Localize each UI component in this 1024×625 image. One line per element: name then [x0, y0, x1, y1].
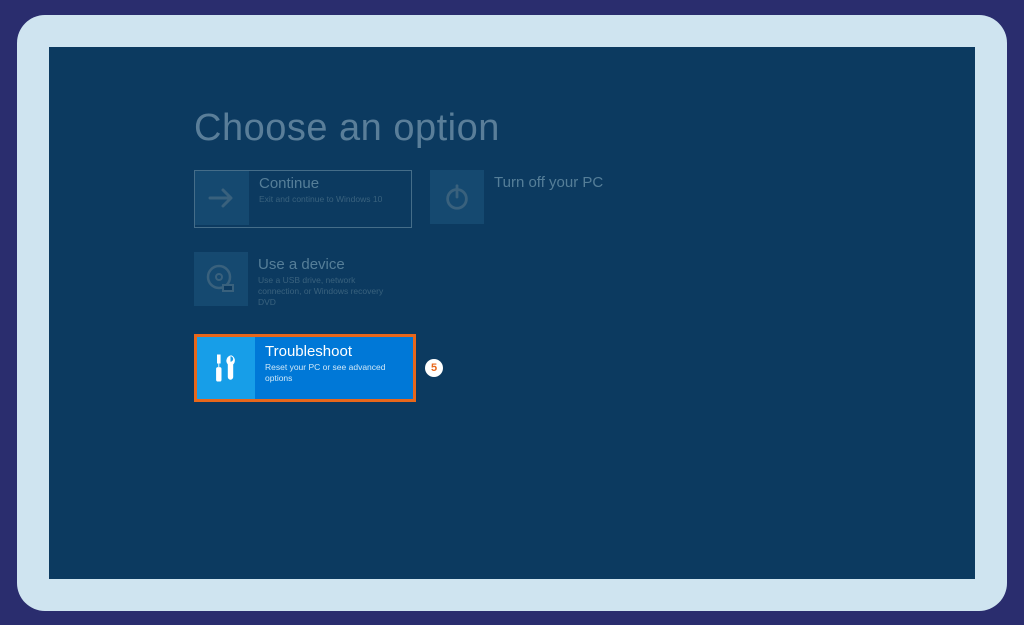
continue-desc: Exit and continue to Windows 10 — [259, 194, 399, 205]
step-badge: 5 — [425, 359, 443, 377]
disc-icon — [194, 252, 248, 306]
usedevice-desc: Use a USB drive, network connection, or … — [258, 275, 398, 308]
continue-text: Continue Exit and continue to Windows 10 — [249, 171, 409, 211]
continue-label: Continue — [259, 175, 399, 192]
turnoff-text: Turn off your PC — [484, 170, 644, 199]
outer-frame: Choose an option Continue Exit and conti… — [17, 15, 1007, 611]
tools-icon — [197, 337, 255, 399]
arrow-right-icon — [195, 171, 249, 225]
usedevice-option[interactable]: Use a device Use a USB drive, network co… — [194, 252, 412, 310]
page-title: Choose an option — [194, 107, 975, 150]
usedevice-text: Use a device Use a USB drive, network co… — [248, 252, 408, 314]
troubleshoot-option[interactable]: Troubleshoot Reset your PC or see advanc… — [194, 334, 416, 402]
power-icon — [430, 170, 484, 224]
turnoff-label: Turn off your PC — [494, 174, 634, 191]
troubleshoot-label: Troubleshoot — [265, 343, 403, 360]
continue-option[interactable]: Continue Exit and continue to Windows 10 — [194, 170, 412, 228]
troubleshoot-desc: Reset your PC or see advanced options — [265, 362, 403, 384]
options-grid: Continue Exit and continue to Windows 10… — [194, 170, 814, 402]
turnoff-option[interactable]: Turn off your PC — [430, 170, 648, 228]
usedevice-label: Use a device — [258, 256, 398, 273]
recovery-screen: Choose an option Continue Exit and conti… — [49, 47, 975, 579]
troubleshoot-text: Troubleshoot Reset your PC or see advanc… — [255, 337, 413, 390]
